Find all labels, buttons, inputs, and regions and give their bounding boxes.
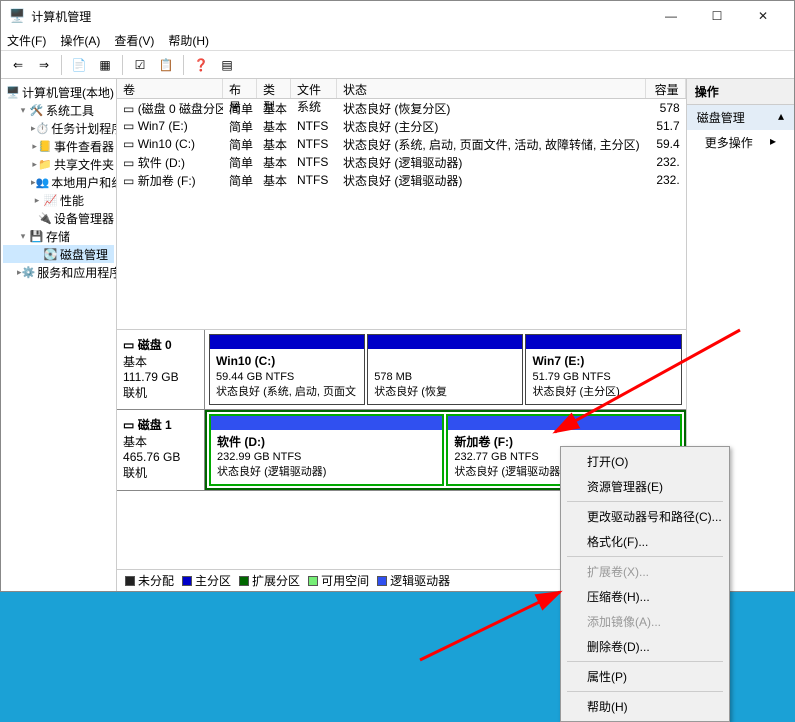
- props-button[interactable]: 📋: [155, 54, 177, 76]
- tree-perf[interactable]: ▸📈性能: [3, 191, 114, 209]
- window-title: 计算机管理: [31, 8, 648, 25]
- nav-tree: 🖥️计算机管理(本地) ▾🛠️系统工具 ▸⏱️任务计划程序 ▸📒事件查看器 ▸📁…: [1, 79, 117, 591]
- tree-system-tools[interactable]: ▾🛠️系统工具: [3, 101, 114, 119]
- volume-grid[interactable]: ▭ (磁盘 0 磁盘分区 2)简单基本状态良好 (恢复分区)578▭ Win7 …: [117, 99, 686, 329]
- tree-event-viewer[interactable]: ▸📒事件查看器: [3, 137, 114, 155]
- close-button[interactable]: ✕: [740, 1, 786, 31]
- actions-title: 操作: [687, 79, 794, 105]
- ctx-delete[interactable]: 删除卷(D)...: [563, 634, 727, 659]
- partition[interactable]: 软件 (D:)232.99 GB NTFS状态良好 (逻辑驱动器): [209, 414, 444, 487]
- context-menu: 打开(O) 资源管理器(E) 更改驱动器号和路径(C)... 格式化(F)...…: [560, 446, 730, 722]
- col-status[interactable]: 状态: [337, 79, 646, 98]
- back-button[interactable]: ⇐: [7, 54, 29, 76]
- ctx-explorer[interactable]: 资源管理器(E): [563, 474, 727, 499]
- volume-row[interactable]: ▭ 软件 (D:)简单基本NTFS状态良好 (逻辑驱动器)232.: [117, 153, 686, 171]
- partition[interactable]: Win7 (E:)51.79 GB NTFS状态良好 (主分区): [525, 334, 681, 405]
- disk-row: ▭ 磁盘 0基本111.79 GB联机Win10 (C:)59.44 GB NT…: [117, 330, 686, 410]
- ctx-shrink[interactable]: 压缩卷(H)...: [563, 584, 727, 609]
- ctx-extend: 扩展卷(X)...: [563, 559, 727, 584]
- forward-button[interactable]: ⇒: [33, 54, 55, 76]
- menu-view[interactable]: 查看(V): [114, 32, 154, 49]
- views-button[interactable]: ▦: [94, 54, 116, 76]
- tree-devmgr[interactable]: 🔌设备管理器: [3, 209, 114, 227]
- ctx-props[interactable]: 属性(P): [563, 664, 727, 689]
- app-icon: 🖥️: [9, 8, 25, 24]
- volume-grid-header: 卷 布局 类型 文件系统 状态 容量: [117, 79, 686, 99]
- toolbar: ⇐ ⇒ 📄 ▦ ☑ 📋 ❓ ▤: [1, 51, 794, 79]
- volume-row[interactable]: ▭ 新加卷 (F:)简单基本NTFS状态良好 (逻辑驱动器)232.: [117, 171, 686, 189]
- volume-row[interactable]: ▭ (磁盘 0 磁盘分区 2)简单基本状态良好 (恢复分区)578: [117, 99, 686, 117]
- volume-row[interactable]: ▭ Win7 (E:)简单基本NTFS状态良好 (主分区)51.7: [117, 117, 686, 135]
- col-fs[interactable]: 文件系统: [291, 79, 337, 98]
- col-layout[interactable]: 布局: [223, 79, 257, 98]
- tree-diskmgmt[interactable]: 💽磁盘管理: [3, 245, 114, 263]
- menu-file[interactable]: 文件(F): [7, 32, 46, 49]
- ctx-format[interactable]: 格式化(F)...: [563, 529, 727, 554]
- tree-users[interactable]: ▸👥本地用户和组: [3, 173, 114, 191]
- collapse-icon: ▴: [778, 109, 784, 126]
- disk-label[interactable]: ▭ 磁盘 0基本111.79 GB联机: [117, 330, 205, 409]
- help-button[interactable]: ❓: [190, 54, 212, 76]
- ctx-change-letter[interactable]: 更改驱动器号和路径(C)...: [563, 504, 727, 529]
- list-button[interactable]: ▤: [216, 54, 238, 76]
- titlebar[interactable]: 🖥️ 计算机管理 — ☐ ✕: [1, 1, 794, 31]
- col-volume[interactable]: 卷: [117, 79, 223, 98]
- disk-label[interactable]: ▭ 磁盘 1基本465.76 GB联机: [117, 410, 205, 491]
- up-button[interactable]: 📄: [68, 54, 90, 76]
- tree-root[interactable]: 🖥️计算机管理(本地): [3, 83, 114, 101]
- actions-group[interactable]: 磁盘管理▴: [687, 105, 794, 130]
- ctx-help[interactable]: 帮助(H): [563, 694, 727, 719]
- tree-storage[interactable]: ▾💾存储: [3, 227, 114, 245]
- actions-more[interactable]: 更多操作▸: [687, 130, 794, 155]
- col-cap[interactable]: 容量: [646, 79, 686, 98]
- ctx-mirror: 添加镜像(A)...: [563, 609, 727, 634]
- chevron-right-icon: ▸: [770, 134, 776, 151]
- minimize-button[interactable]: —: [648, 1, 694, 31]
- refresh-button[interactable]: ☑: [129, 54, 151, 76]
- maximize-button[interactable]: ☐: [694, 1, 740, 31]
- menu-action[interactable]: 操作(A): [60, 32, 100, 49]
- partition[interactable]: 578 MB状态良好 (恢复: [367, 334, 523, 405]
- partition[interactable]: Win10 (C:)59.44 GB NTFS状态良好 (系统, 启动, 页面文: [209, 334, 365, 405]
- ctx-open[interactable]: 打开(O): [563, 449, 727, 474]
- menubar: 文件(F) 操作(A) 查看(V) 帮助(H): [1, 31, 794, 51]
- col-type[interactable]: 类型: [257, 79, 291, 98]
- volume-row[interactable]: ▭ Win10 (C:)简单基本NTFS状态良好 (系统, 启动, 页面文件, …: [117, 135, 686, 153]
- tree-scheduler[interactable]: ▸⏱️任务计划程序: [3, 119, 114, 137]
- tree-services[interactable]: ▸⚙️服务和应用程序: [3, 263, 114, 281]
- menu-help[interactable]: 帮助(H): [168, 32, 209, 49]
- tree-shared[interactable]: ▸📁共享文件夹: [3, 155, 114, 173]
